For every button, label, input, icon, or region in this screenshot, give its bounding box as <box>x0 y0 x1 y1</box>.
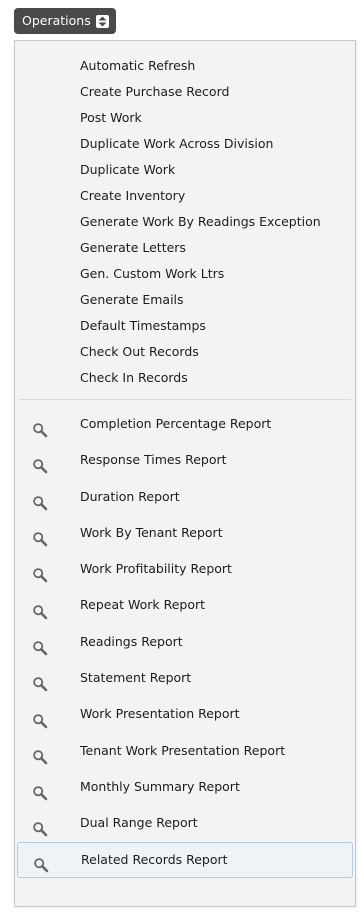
menu-item-work-presentation-report[interactable]: Work Presentation Report <box>15 696 355 732</box>
magnifier-icon <box>32 489 48 511</box>
operations-button-label: Operations <box>22 13 91 28</box>
magnifier-icon <box>32 634 48 656</box>
menu-item-statement-report[interactable]: Statement Report <box>15 660 355 696</box>
report-label: Work Presentation Report <box>80 706 240 722</box>
menu-item-post-work[interactable]: Post Work <box>15 105 355 131</box>
report-label: Work Profitability Report <box>80 561 232 577</box>
magnifier-icon <box>32 416 48 438</box>
menu-item-default-timestamps[interactable]: Default Timestamps <box>15 313 355 339</box>
reports-section: Completion Percentage Report Response Tim… <box>15 406 355 878</box>
magnifier-icon <box>32 452 48 474</box>
menu-item-duplicate-work[interactable]: Duplicate Work <box>15 157 355 183</box>
menu-item-duplicate-work-across-division[interactable]: Duplicate Work Across Division <box>15 131 355 157</box>
magnifier-icon <box>32 815 48 837</box>
menu-item-automatic-refresh[interactable]: Automatic Refresh <box>15 53 355 79</box>
menu-item-tenant-work-presentation-report[interactable]: Tenant Work Presentation Report <box>15 733 355 769</box>
menu-item-gen-custom-work-ltrs[interactable]: Gen. Custom Work Ltrs <box>15 261 355 287</box>
menu-item-related-records-report[interactable]: Related Records Report <box>17 841 353 878</box>
menu-item-generate-work-by-readings-exception[interactable]: Generate Work By Readings Exception <box>15 209 355 235</box>
report-label: Response Times Report <box>80 452 227 468</box>
menu-item-dual-range-report[interactable]: Dual Range Report <box>15 805 355 841</box>
report-label: Completion Percentage Report <box>80 416 272 431</box>
magnifier-icon <box>32 670 48 692</box>
menu-item-work-profitability-report[interactable]: Work Profitability Report <box>15 551 355 587</box>
report-label: Monthly Summary Report <box>80 778 240 794</box>
report-label: Dual Range Report <box>80 815 198 831</box>
magnifier-icon <box>32 525 48 547</box>
menu-item-duration-report[interactable]: Duration Report <box>15 479 355 515</box>
menu-item-check-out-records[interactable]: Check Out Records <box>15 339 355 365</box>
report-label: Work By Tenant Report <box>80 524 223 540</box>
report-label: Repeat Work Report <box>80 597 206 613</box>
operations-button[interactable]: Operations <box>14 8 116 34</box>
menu-separator <box>19 399 351 400</box>
report-label: Duration Report <box>80 488 180 504</box>
magnifier-icon <box>32 779 48 801</box>
menu-item-monthly-summary-report[interactable]: Monthly Summary Report <box>15 769 355 805</box>
magnifier-icon <box>32 598 48 619</box>
magnifier-icon <box>32 743 48 765</box>
menu-item-completion-percentage-report[interactable]: Completion Percentage Report <box>15 406 355 442</box>
magnifier-icon <box>32 561 48 583</box>
menu-item-work-by-tenant-report[interactable]: Work By Tenant Report <box>15 515 355 551</box>
menu-item-check-in-records[interactable]: Check In Records <box>15 365 355 391</box>
menu-item-response-times-report[interactable]: Response Times Report <box>15 442 355 478</box>
report-label: Tenant Work Presentation Report <box>80 742 286 758</box>
menu-item-repeat-work-report[interactable]: Repeat Work Report <box>15 587 355 623</box>
report-label: Readings Report <box>80 633 183 649</box>
menu-item-generate-emails[interactable]: Generate Emails <box>15 287 355 313</box>
report-label: Related Records Report <box>81 851 228 867</box>
menu-item-readings-report[interactable]: Readings Report <box>15 624 355 660</box>
report-label: Statement Report <box>80 670 192 686</box>
updown-arrows-icon <box>95 14 109 28</box>
actions-section: Automatic Refresh Create Purchase Record P… <box>15 41 355 391</box>
menu-item-generate-letters[interactable]: Generate Letters <box>15 235 355 261</box>
menu-item-create-purchase-record[interactable]: Create Purchase Record <box>15 79 355 105</box>
magnifier-icon <box>32 707 48 728</box>
menu-item-create-inventory[interactable]: Create Inventory <box>15 183 355 209</box>
operations-dropdown-menu: Automatic Refresh Create Purchase Record P… <box>14 40 356 907</box>
magnifier-icon <box>33 852 49 873</box>
